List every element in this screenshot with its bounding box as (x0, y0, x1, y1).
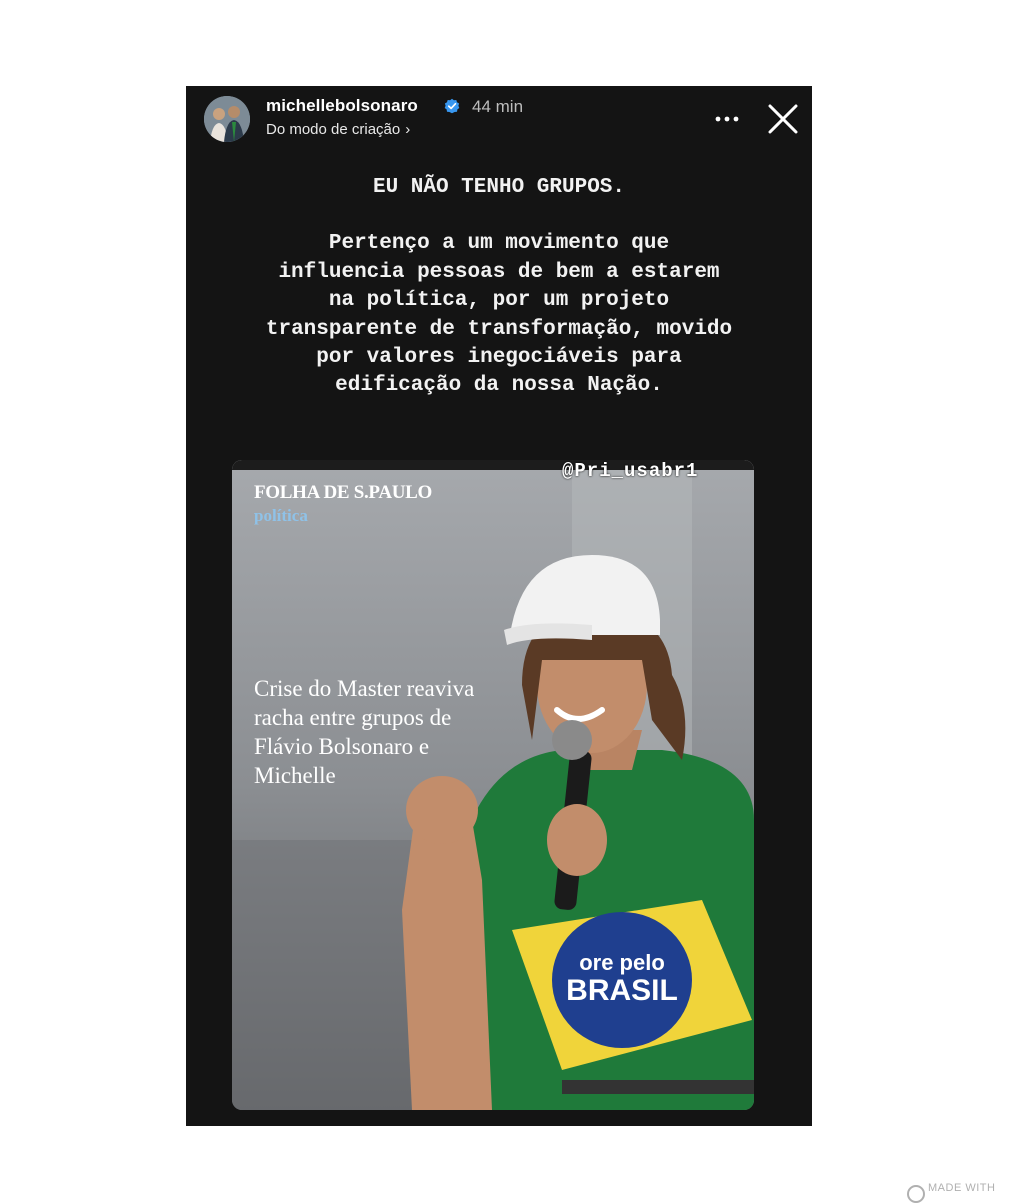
app-logo-icon (907, 1185, 925, 1203)
story-viewer: michellebolsonaro 44 min Do modo de cria… (186, 86, 812, 1126)
creation-mode-label: Do modo de criação (266, 121, 401, 138)
shirt-slogan-bottom: BRASIL (566, 974, 678, 1007)
watermark-handle: @Pri_usabr1 (562, 460, 699, 482)
story-body-line: transparente de transformação, movido (265, 317, 733, 341)
story-body-line: na política, por um projeto (328, 289, 670, 313)
publication-section: política (254, 506, 308, 525)
shared-post-card[interactable]: ore pelo BRASIL FOLHA DE S.PAULO polític… (232, 460, 754, 1110)
chevron-right-icon: › (405, 121, 411, 138)
more-options-icon[interactable] (712, 104, 742, 134)
story-body-line: edificação da nossa Nação. (335, 374, 663, 398)
story-text: EU NÃO TENHO GRUPOS. Pertenço a um movim… (186, 174, 812, 401)
close-icon[interactable] (766, 102, 800, 136)
post-headline: Crise do Master reaviva racha entre grup… (254, 676, 475, 788)
profile-avatar[interactable] (204, 96, 250, 142)
story-body-line: influencia pessoas de bem a estarem (278, 260, 720, 284)
story-username[interactable]: michellebolsonaro (266, 96, 418, 116)
creation-mode-link[interactable]: Do modo de criação › (266, 121, 410, 138)
publication-logo: FOLHA DE S.PAULO (254, 482, 433, 503)
story-heading: EU NÃO TENHO GRUPOS. (372, 176, 626, 199)
verified-badge-icon (444, 98, 460, 114)
story-body-line: por valores inegociáveis para (316, 346, 682, 370)
story-timestamp: 44 min (472, 97, 524, 116)
story-body-line: Pertenço a um movimento que (328, 232, 670, 256)
made-with-watermark: MADE WITH (928, 1182, 996, 1194)
shirt-slogan-top: ore pelo (579, 950, 665, 975)
